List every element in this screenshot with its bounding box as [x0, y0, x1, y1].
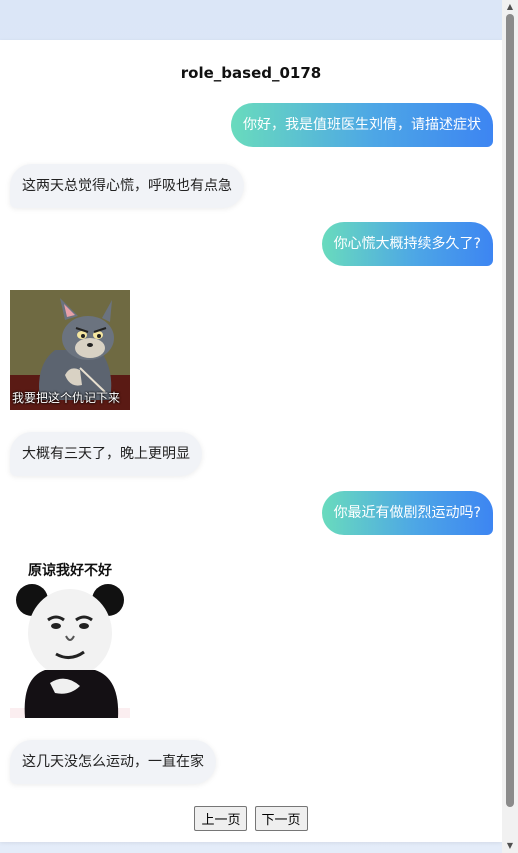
doctor-message: 你最近有做剧烈运动吗? [321, 491, 493, 535]
doctor-message: 你好，我是值班医生刘倩，请描述症状 [231, 103, 493, 147]
prev-page-button[interactable]: 上一页 [194, 806, 248, 831]
sticker-panda-image: 原谅我好不好 [10, 558, 130, 718]
sticker-caption: 原谅我好不好 [28, 563, 112, 579]
patient-message: 这几天没怎么运动，一直在家 [10, 740, 216, 784]
patient-message: 大概有三天了，晚上更明显 [10, 432, 202, 476]
doctor-message: 你心慌大概持续多久了? [321, 222, 493, 266]
chat-title: role_based_0178 [180, 64, 322, 82]
vertical-scrollbar[interactable]: ▲ ▼ [502, 0, 518, 853]
scroll-thumb[interactable] [506, 14, 514, 807]
sticker-cat-image: 我要把这个仇记下来 [10, 290, 130, 410]
scroll-up-arrow-icon[interactable]: ▲ [502, 0, 518, 14]
pagination: 上一页 下一页 [0, 806, 502, 831]
patient-message: 这两天总觉得心慌，呼吸也有点急 [10, 164, 244, 208]
scroll-down-arrow-icon[interactable]: ▼ [502, 839, 518, 853]
panda-sticker-icon [10, 558, 130, 718]
next-page-button[interactable]: 下一页 [254, 806, 308, 831]
sticker-caption: 我要把这个仇记下来 [12, 391, 121, 405]
chat-card: role_based_0178 你好，我是值班医生刘倩，请描述症状 这两天总觉得… [0, 40, 502, 842]
